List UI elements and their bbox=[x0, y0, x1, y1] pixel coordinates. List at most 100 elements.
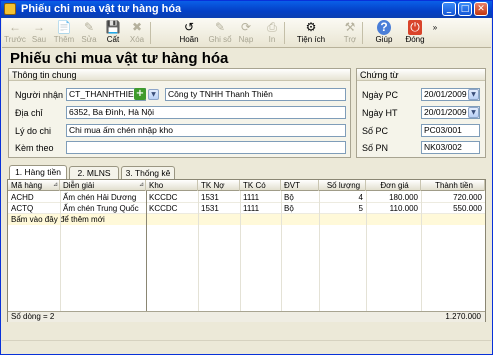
toolbar-button-6[interactable]: ✖ Xóa bbox=[126, 19, 148, 47]
toolbar-button-12[interactable]: ⚒ Trợ bbox=[338, 19, 362, 47]
arrow-right-icon: → bbox=[33, 20, 45, 34]
table-cell[interactable]: 1531 bbox=[201, 192, 237, 203]
general-info-header: Thông tin chung bbox=[9, 69, 350, 81]
toolbar-separator bbox=[284, 22, 285, 44]
toolbar: ← Trước → Sau 📄 Thêm ✎ Sửa 💾 Cất ✖ Xóa ↺ Hoãn ✎ Ghi sổ ⟳… bbox=[2, 18, 491, 48]
toolbar-button-1[interactable]: ← Trước bbox=[4, 19, 26, 47]
column-header[interactable]: Kho bbox=[146, 180, 198, 191]
reason-field[interactable]: Chi mua ấm chén nhập kho bbox=[66, 124, 346, 137]
so-pn-field[interactable]: NK03/002 bbox=[421, 141, 480, 154]
grid-line bbox=[281, 191, 282, 311]
table-cell[interactable]: 550.000 bbox=[424, 203, 482, 214]
table-cell[interactable]: 110.000 bbox=[369, 203, 418, 214]
toolbar-button-3[interactable]: 📄 Thêm bbox=[52, 19, 76, 47]
add-doc-icon: 📄 bbox=[56, 20, 72, 34]
grid-footer: Số dòng = 2 1.270.000 bbox=[8, 311, 485, 322]
maximize-button[interactable]: □ bbox=[458, 2, 472, 16]
table-cell[interactable]: 1111 bbox=[243, 192, 278, 203]
toolbar-button-13[interactable]: ? Giúp bbox=[370, 19, 398, 47]
grid-header: Mã hàngDiễn giảiKhoTK NợTK CóĐVTSố lượng… bbox=[8, 180, 485, 191]
table-cell[interactable]: 5 bbox=[322, 203, 363, 214]
items-grid: Mã hàngDiễn giảiKhoTK NợTK CóĐVTSố lượng… bbox=[7, 179, 486, 322]
minimize-button[interactable]: _ bbox=[442, 2, 456, 16]
title-bar: Phiếu chi mua vật tư hàng hóa _ □ ✕ bbox=[1, 1, 492, 18]
toolbar-separator bbox=[362, 22, 363, 44]
column-header[interactable]: ĐVT bbox=[281, 180, 319, 191]
table-row[interactable]: ACTQ Ấm chén Trung Quốc KCCDC 1531 1111 Bộ 5 11… bbox=[8, 203, 485, 214]
table-cell[interactable]: KCCDC bbox=[149, 192, 195, 203]
delete-icon: ✖ bbox=[131, 20, 143, 34]
add-new-row[interactable]: Bấm vào đây để thêm mới bbox=[8, 214, 485, 225]
close-icon: ⏻ bbox=[408, 20, 422, 35]
toolbar-button-14[interactable]: ⏻ Đóng bbox=[401, 19, 429, 47]
so-pc-field[interactable]: PC03/001 bbox=[421, 124, 480, 137]
toolbar-button-label: Ghi sổ bbox=[208, 35, 232, 44]
grid-line bbox=[421, 191, 422, 311]
table-cell[interactable]: 180.000 bbox=[369, 192, 418, 203]
voucher-panel: Chứng từ Ngày PC 20/01/2009 ▼ Ngày HT 20… bbox=[356, 68, 486, 158]
arrow-left-icon: ← bbox=[9, 20, 21, 34]
table-cell[interactable]: 1111 bbox=[243, 203, 278, 214]
grand-total: 1.270.000 bbox=[445, 312, 481, 321]
window-title: Phiếu chi mua vật tư hàng hóa bbox=[21, 3, 182, 15]
chevron-down-icon[interactable]: ▼ bbox=[468, 107, 479, 118]
tab-hang-tien[interactable]: 1. Hàng tiền bbox=[9, 165, 67, 179]
table-cell[interactable]: Bộ bbox=[284, 203, 316, 214]
toolbar-button-label: Hoãn bbox=[179, 35, 199, 44]
toolbar-button-8[interactable]: ✎ Ghi sổ bbox=[208, 19, 232, 47]
table-cell[interactable]: Ấm chén Hải Dương bbox=[63, 192, 143, 203]
tab-thong-ke[interactable]: 3. Thống kê bbox=[121, 166, 175, 179]
table-cell[interactable]: ACTQ bbox=[11, 203, 57, 214]
column-header[interactable]: TK Nợ bbox=[198, 180, 240, 191]
column-header[interactable]: Thành tiền bbox=[421, 180, 485, 191]
address-field[interactable]: 6352, Ba Đình, Hà Nội bbox=[66, 106, 346, 119]
toolbar-button-2[interactable]: → Sau bbox=[28, 19, 50, 47]
table-cell[interactable]: 1531 bbox=[201, 203, 237, 214]
column-header[interactable]: Diễn giải bbox=[60, 180, 146, 191]
table-cell[interactable]: 720.000 bbox=[424, 192, 482, 203]
column-header[interactable]: Mã hàng bbox=[8, 180, 60, 191]
toolbar-button-label: Cất bbox=[106, 35, 120, 44]
table-cell[interactable]: KCCDC bbox=[149, 203, 195, 214]
so-pn-label: Số PN bbox=[362, 143, 389, 153]
tab-mlns[interactable]: 2. MLNS bbox=[69, 166, 119, 179]
table-cell[interactable]: Ấm chén Trung Quốc bbox=[63, 203, 143, 214]
toolbar-button-label: Trước bbox=[4, 35, 26, 44]
table-cell[interactable]: 4 bbox=[322, 192, 363, 203]
attach-field[interactable] bbox=[66, 141, 346, 154]
save-icon: 💾 bbox=[105, 20, 121, 34]
toolbar-button-label: Tiện ích bbox=[296, 35, 326, 44]
post-icon: ✎ bbox=[214, 20, 226, 34]
toolbar-button-label: Trợ bbox=[343, 35, 357, 44]
recipient-name-field[interactable]: Công ty TNHH Thanh Thiên bbox=[165, 88, 346, 101]
grid-line bbox=[319, 191, 320, 311]
toolbar-button-11[interactable]: ⚙ Tiện ích bbox=[292, 19, 330, 47]
toolbar-button-label: Sau bbox=[31, 35, 47, 44]
toolbar-button-10[interactable]: ⎙ In bbox=[260, 19, 284, 47]
app-window: Phiếu chi mua vật tư hàng hóa _ □ ✕ ← Trư… bbox=[0, 0, 493, 355]
grid-line bbox=[366, 191, 367, 311]
toolbar-button-label: Đóng bbox=[405, 35, 425, 44]
toolbar-button-4[interactable]: ✎ Sửa bbox=[78, 19, 100, 47]
toolbar-button-7[interactable]: ↺ Hoãn bbox=[174, 19, 204, 47]
column-header[interactable]: Số lượng bbox=[319, 180, 366, 191]
table-row[interactable]: ACHD Ấm chén Hải Dương KCCDC 1531 1111 Bộ 4 180… bbox=[8, 192, 485, 203]
table-cell[interactable]: Bộ bbox=[284, 192, 316, 203]
column-header[interactable]: TK Có bbox=[240, 180, 281, 191]
close-window-button[interactable]: ✕ bbox=[474, 2, 488, 16]
chevron-down-icon[interactable]: ▼ bbox=[468, 89, 479, 100]
page-title: Phiếu chi mua vật tư hàng hóa bbox=[10, 50, 229, 67]
date-pc-label: Ngày PC bbox=[362, 90, 399, 100]
table-cell[interactable]: ACHD bbox=[11, 192, 57, 203]
chevron-down-icon[interactable]: ▼ bbox=[148, 89, 159, 100]
add-recipient-button[interactable]: + bbox=[134, 88, 146, 100]
toolbar-button-label: Nạp bbox=[238, 35, 254, 44]
toolbar-button-label: Thêm bbox=[53, 35, 75, 44]
toolbar-overflow-button[interactable]: » bbox=[429, 19, 441, 47]
undo-icon: ↺ bbox=[183, 20, 195, 34]
toolbar-button-9[interactable]: ⟳ Nạp bbox=[234, 19, 258, 47]
column-header[interactable]: Đơn giá bbox=[366, 180, 421, 191]
print-icon: ⎙ bbox=[267, 20, 277, 34]
toolbar-button-5[interactable]: 💾 Cất bbox=[102, 19, 124, 47]
chevron-down-icon: » bbox=[432, 23, 438, 32]
